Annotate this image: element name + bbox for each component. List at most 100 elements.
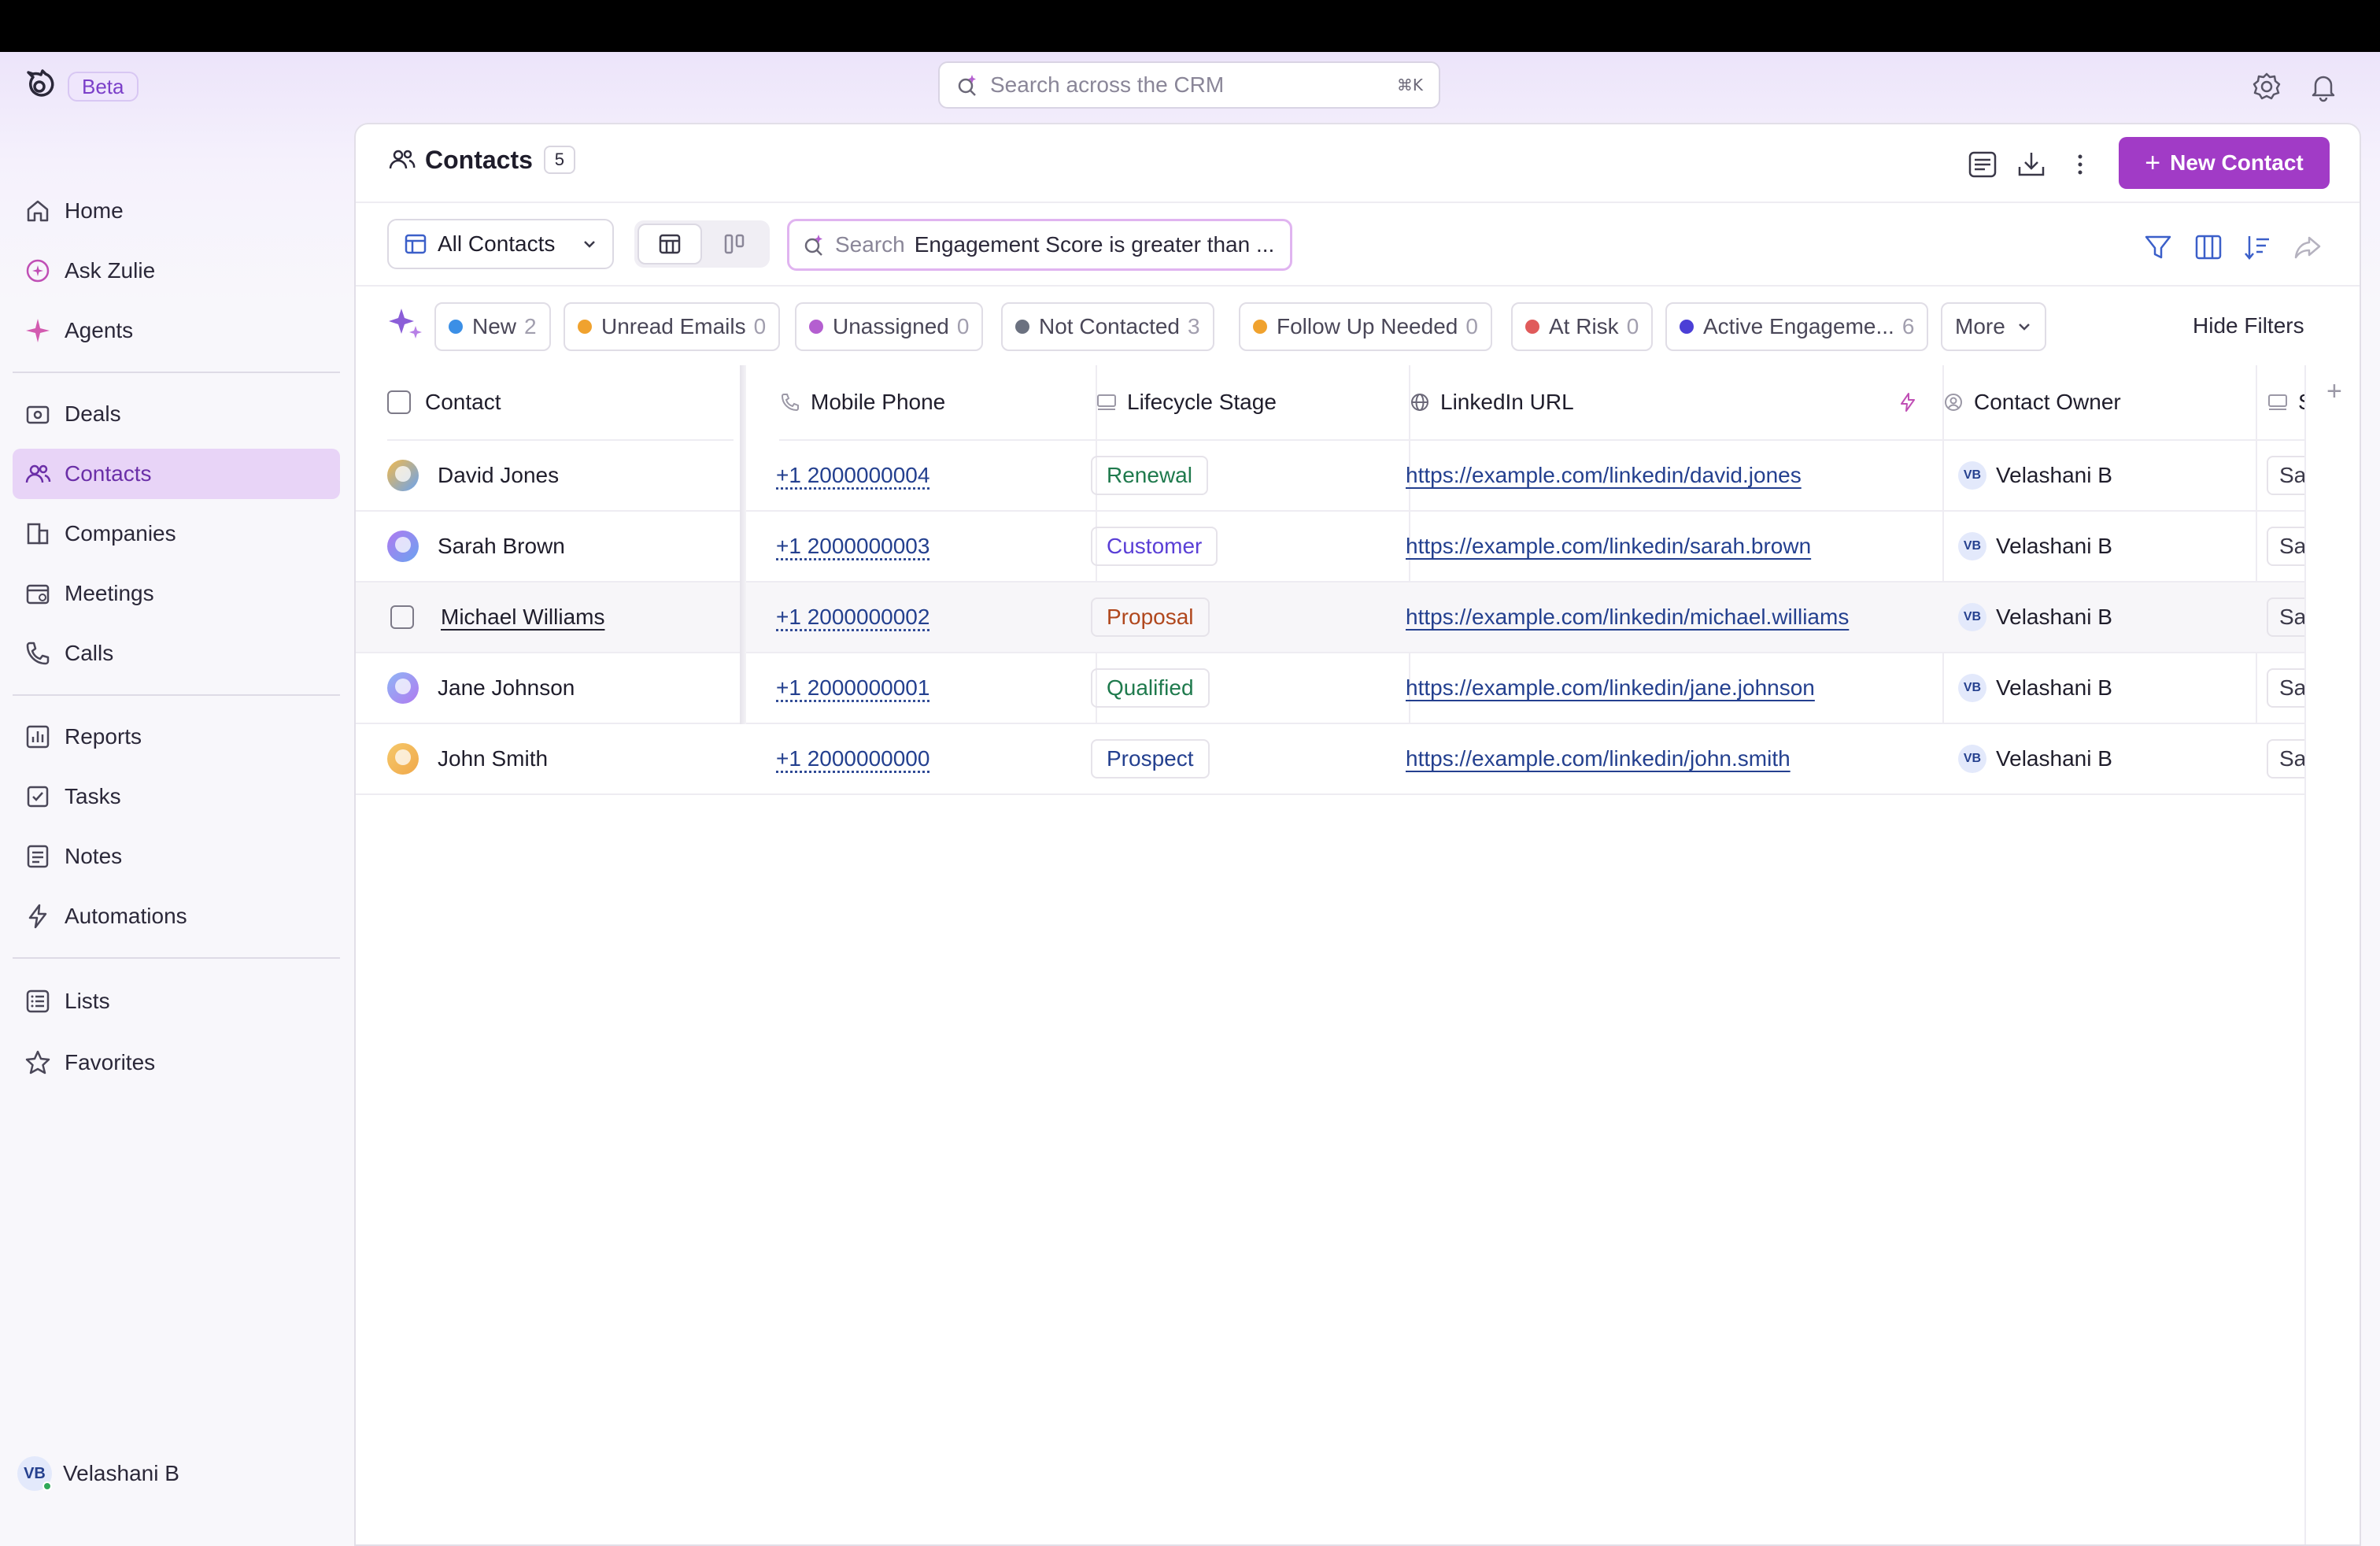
phone-link[interactable]: +1 2000000001 xyxy=(776,675,929,701)
table-row[interactable]: David Jones +1 2000000004 Renewal https:… xyxy=(356,441,2304,512)
column-header-linkedin-url[interactable]: LinkedIn URL xyxy=(1409,365,1944,441)
filter-search-input[interactable]: Search Engagement Score is greater than … xyxy=(787,219,1292,271)
linkedin-link[interactable]: https://example.com/linkedin/john.smith xyxy=(1406,746,1791,771)
contact-cell[interactable]: John Smith xyxy=(387,724,734,793)
table-row[interactable]: Michael Williams +1 2000000002 Proposal … xyxy=(356,583,2304,653)
owner-cell[interactable]: VB Velashani B xyxy=(1942,583,2256,652)
sidebar-item-favorites[interactable]: Favorites xyxy=(13,1037,340,1088)
contact-name[interactable]: Jane Johnson xyxy=(438,675,575,701)
sidebar-item-contacts[interactable]: Contacts xyxy=(13,449,340,499)
linkedin-link[interactable]: https://example.com/linkedin/david.jones xyxy=(1406,463,1802,488)
extra-cell[interactable]: San xyxy=(2256,653,2304,723)
linkedin-link[interactable]: https://example.com/linkedin/jane.johnso… xyxy=(1406,675,1815,701)
stage-cell[interactable]: Customer xyxy=(1091,512,1406,581)
stage-cell[interactable]: Renewal xyxy=(1091,441,1406,510)
sidebar-item-deals[interactable]: Deals xyxy=(13,389,340,439)
extra-cell[interactable]: San xyxy=(2256,441,2304,510)
phone-link[interactable]: +1 2000000000 xyxy=(776,746,929,771)
contact-cell[interactable]: David Jones xyxy=(387,441,734,510)
sidebar-item-meetings[interactable]: Meetings xyxy=(13,568,340,619)
contact-cell[interactable]: Jane Johnson xyxy=(387,653,734,723)
column-header-mobile-phone[interactable]: Mobile Phone xyxy=(779,365,1097,441)
sidebar-item-agents[interactable]: Agents xyxy=(13,305,340,356)
filter-chip-at-risk[interactable]: At Risk 0 xyxy=(1511,302,1654,351)
kanban-layout-button[interactable] xyxy=(702,224,767,264)
linkedin-link[interactable]: https://example.com/linkedin/sarah.brown xyxy=(1406,534,1811,559)
table-row[interactable]: Jane Johnson +1 2000000001 Qualified htt… xyxy=(356,653,2304,724)
global-search-input[interactable]: Search across the CRM ⌘K xyxy=(938,61,1440,109)
table-layout-button[interactable] xyxy=(638,224,702,264)
current-user[interactable]: VB Velashani B xyxy=(17,1456,179,1491)
extra-cell[interactable]: San xyxy=(2256,724,2304,793)
phone-cell[interactable]: +1 2000000003 xyxy=(776,512,1091,581)
phone-cell[interactable]: +1 2000000004 xyxy=(776,441,1091,510)
sidebar-item-ask-zulie[interactable]: Ask Zulie xyxy=(13,246,340,296)
contact-name[interactable]: Michael Williams xyxy=(441,605,604,630)
table-row[interactable]: Sarah Brown +1 2000000003 Customer https… xyxy=(356,512,2304,583)
view-selector-dropdown[interactable]: All Contacts xyxy=(387,219,614,269)
linkedin-cell[interactable]: https://example.com/linkedin/john.smith xyxy=(1406,724,1941,793)
sidebar-item-tasks[interactable]: Tasks xyxy=(13,771,340,822)
contact-cell[interactable]: Sarah Brown xyxy=(387,512,734,581)
contact-name[interactable]: David Jones xyxy=(438,463,559,488)
stage-cell[interactable]: Qualified xyxy=(1091,653,1406,723)
ai-enrich-lightning-icon[interactable] xyxy=(1897,391,1919,413)
owner-cell[interactable]: VB Velashani B xyxy=(1942,441,2256,510)
settings-gear-icon[interactable] xyxy=(2251,71,2282,102)
phone-cell[interactable]: +1 2000000001 xyxy=(776,653,1091,723)
column-header-lifecycle-stage[interactable]: Lifecycle Stage xyxy=(1096,365,1410,441)
sidebar-item-companies[interactable]: Companies xyxy=(13,509,340,559)
more-options-icon[interactable] xyxy=(2064,148,2097,181)
table-row[interactable]: John Smith +1 2000000000 Prospect https:… xyxy=(356,724,2304,795)
owner-cell[interactable]: VB Velashani B xyxy=(1942,724,2256,793)
filter-chip-not-contacted[interactable]: Not Contacted 3 xyxy=(1001,302,1214,351)
sidebar-item-lists[interactable]: Lists xyxy=(13,976,340,1026)
download-icon[interactable] xyxy=(2015,148,2048,181)
notification-bell-icon[interactable] xyxy=(2308,71,2339,102)
filter-chip-active-engagement[interactable]: Active Engageme... 6 xyxy=(1665,302,1928,351)
stage-cell[interactable]: Prospect xyxy=(1091,724,1406,793)
ai-sparkle-icon[interactable] xyxy=(387,304,425,342)
filter-chip-unread-emails[interactable]: Unread Emails 0 xyxy=(564,302,781,351)
column-header-contact-owner[interactable]: Contact Owner xyxy=(1942,365,2257,441)
sort-icon[interactable] xyxy=(2241,231,2273,263)
add-column-button[interactable]: + xyxy=(2326,376,2342,407)
linkedin-link[interactable]: https://example.com/linkedin/michael.wil… xyxy=(1406,605,1849,630)
linkedin-cell[interactable]: https://example.com/linkedin/michael.wil… xyxy=(1406,583,1941,652)
linkedin-cell[interactable]: https://example.com/linkedin/sarah.brown xyxy=(1406,512,1941,581)
filter-chip-new[interactable]: New 2 xyxy=(434,302,551,351)
column-header-contact[interactable]: Contact xyxy=(387,365,734,441)
sidebar-item-notes[interactable]: Notes xyxy=(13,831,340,882)
app-logo-icon[interactable] xyxy=(22,68,57,102)
sidebar-item-calls[interactable]: Calls xyxy=(13,628,340,679)
select-all-checkbox[interactable] xyxy=(387,390,411,414)
linkedin-cell[interactable]: https://example.com/linkedin/jane.johnso… xyxy=(1406,653,1941,723)
sidebar-item-reports[interactable]: Reports xyxy=(13,712,340,762)
filter-chip-follow-up-needed[interactable]: Follow Up Needed 0 xyxy=(1239,302,1492,351)
contact-name[interactable]: John Smith xyxy=(438,746,548,771)
phone-cell[interactable]: +1 2000000000 xyxy=(776,724,1091,793)
column-header-truncated[interactable]: S xyxy=(2256,365,2304,441)
sidebar-item-automations[interactable]: Automations xyxy=(13,891,340,941)
phone-link[interactable]: +1 2000000002 xyxy=(776,605,929,630)
more-filters-button[interactable]: More xyxy=(1941,302,2046,351)
hide-filters-button[interactable]: Hide Filters xyxy=(2193,313,2304,338)
owner-cell[interactable]: VB Velashani B xyxy=(1942,653,2256,723)
phone-link[interactable]: +1 2000000003 xyxy=(776,534,929,559)
phone-cell[interactable]: +1 2000000002 xyxy=(776,583,1091,652)
share-icon[interactable] xyxy=(2292,231,2323,263)
row-checkbox[interactable] xyxy=(390,605,414,629)
contact-cell[interactable]: Michael Williams xyxy=(390,583,734,652)
phone-link[interactable]: +1 2000000004 xyxy=(776,463,929,488)
sidebar-item-home[interactable]: Home xyxy=(13,186,340,236)
owner-cell[interactable]: VB Velashani B xyxy=(1942,512,2256,581)
filter-icon[interactable] xyxy=(2142,231,2174,263)
columns-icon[interactable] xyxy=(2193,231,2224,263)
contact-name[interactable]: Sarah Brown xyxy=(438,534,565,559)
new-contact-button[interactable]: + New Contact xyxy=(2119,137,2330,189)
filter-chip-unassigned[interactable]: Unassigned 0 xyxy=(795,302,984,351)
extra-cell[interactable]: San xyxy=(2256,512,2304,581)
extra-cell[interactable]: San xyxy=(2256,583,2304,652)
stage-cell[interactable]: Proposal xyxy=(1091,583,1406,652)
linkedin-cell[interactable]: https://example.com/linkedin/david.jones xyxy=(1406,441,1941,510)
